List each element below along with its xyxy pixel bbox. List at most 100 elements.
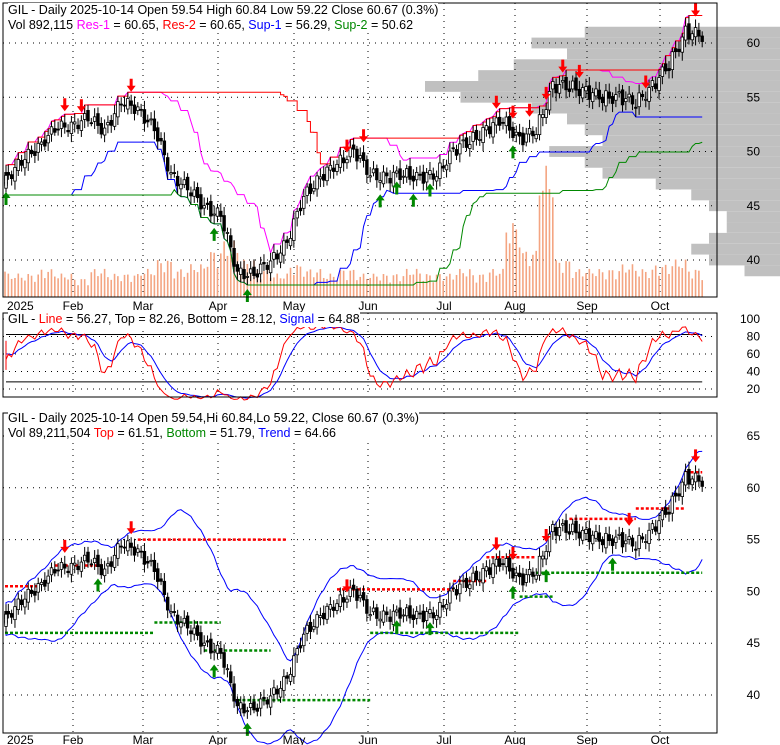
volume-profile-bar (513, 59, 780, 71)
panel3-buy-arrow-icon (541, 569, 551, 583)
panel3-candle (268, 695, 273, 708)
panel1-candle (159, 137, 163, 142)
panel3-candle (106, 563, 110, 567)
panel1-candle (162, 140, 167, 156)
panel3-volume: Vol 89,211,504 (8, 426, 91, 440)
panel3-candle (325, 605, 329, 620)
panel3-x-tick-label: Apr (209, 733, 228, 745)
panel1-y-tick-label: 60 (747, 36, 761, 50)
volume-bar (220, 253, 222, 297)
panel3-candle (587, 528, 592, 543)
panel1-candle (136, 106, 140, 111)
panel3-candle (49, 567, 54, 576)
panel3-candle (385, 611, 389, 616)
panel3-candle (192, 627, 196, 635)
volume-bar (674, 259, 677, 297)
volume-bar (193, 269, 196, 297)
panel3-candle (132, 546, 137, 556)
volume-profile-bar (567, 113, 780, 125)
volume-bar (137, 274, 139, 297)
panel3-candle (136, 548, 140, 553)
panel1-x-tick-label: May (283, 299, 306, 313)
panel1-candle (441, 165, 445, 169)
volume-bar (70, 273, 73, 297)
panel1-candle (574, 77, 578, 91)
panel3-candle (292, 655, 296, 677)
panel1-candle (199, 194, 203, 210)
panel1-candle (627, 93, 631, 98)
panel3-candle (202, 642, 206, 646)
panel3-header: GIL - Daily 2025-10-14 Open 59.54,Hi 60.… (8, 411, 419, 441)
volume-bar (465, 276, 468, 297)
panel3-candle (102, 568, 107, 577)
panel3-candle (43, 579, 47, 587)
line-values: = 56.27, Top = 82.26, Bottom = 28.12, (65, 312, 276, 326)
panel1-candle (63, 122, 67, 128)
panel2-header: GIL - Line = 56.27, Top = 82.26, Bottom … (8, 312, 360, 327)
panel3-candle (663, 507, 668, 515)
panel1-candle (99, 123, 103, 135)
panel1-candle (165, 157, 170, 172)
panel1-candle (175, 175, 180, 187)
panel3-candle (481, 568, 485, 584)
panel1-candle (414, 171, 419, 181)
panel1-candle (149, 118, 153, 121)
panel1-candle (527, 128, 532, 135)
panel1-candle (597, 89, 601, 100)
panel1-candle (693, 27, 698, 38)
panel3-candle (175, 614, 180, 625)
panel3-candle (122, 546, 127, 549)
panel1-x-tick-label: Aug (504, 299, 525, 313)
panel3-x-tick-label: Feb (63, 733, 84, 745)
panel1-candle (365, 159, 369, 175)
panel3-candle (239, 702, 243, 710)
panel3-candle (159, 578, 163, 582)
panel3-candle (215, 644, 220, 654)
panel3-buy-arrow-icon (242, 722, 252, 736)
panel1-x-tick-label: 2025 (7, 299, 34, 313)
panel3-frame (2, 412, 718, 734)
panel1-candle (219, 210, 223, 217)
panel1-candle (46, 135, 50, 144)
volume-bar (7, 273, 10, 297)
panel3-x-tick-label: Jul (436, 733, 451, 745)
volume-bar (492, 269, 494, 297)
res1-label: Res-1 (76, 18, 110, 32)
volume-bar (482, 274, 484, 297)
volume-profile-bar (531, 102, 780, 114)
panel1-candle (19, 159, 24, 166)
panel3-candle (126, 540, 130, 552)
panel3-candle (242, 703, 246, 714)
panel3-candle (690, 478, 694, 486)
panel3-candle (46, 575, 50, 584)
panel1-candle (282, 240, 286, 256)
volume-bar (322, 277, 325, 297)
volume-bar (166, 260, 169, 297)
volume-profile-bar (709, 254, 780, 266)
panel1-candle (614, 94, 618, 101)
panel3-candle (461, 579, 465, 582)
panel1-candle (368, 175, 372, 178)
panel1-candle (361, 152, 366, 161)
panel2-y-tick-label: 80 (747, 330, 761, 344)
panel1-candle (531, 130, 535, 137)
volume-bar (691, 278, 694, 297)
panel1-candle (395, 170, 399, 174)
volume-bar (382, 274, 385, 297)
panel3-candle (16, 598, 20, 611)
panel3-buy-arrow-icon (508, 585, 518, 599)
panel3-candle (248, 703, 253, 708)
panel1-x-tick-label: Feb (63, 299, 84, 313)
panel1-candle (378, 180, 382, 183)
panel3-candle (471, 572, 475, 583)
panel1-candle (119, 103, 123, 106)
panel1-candle (122, 104, 127, 107)
panel1-candle (654, 83, 658, 89)
volume-bar (419, 273, 421, 297)
panel1-candle (272, 252, 276, 260)
volume-profile-bar (709, 232, 780, 244)
panel3-candle (169, 611, 173, 614)
panel3-candle (368, 614, 372, 617)
panel1-candle (624, 98, 628, 102)
panel1-candle (43, 139, 47, 147)
